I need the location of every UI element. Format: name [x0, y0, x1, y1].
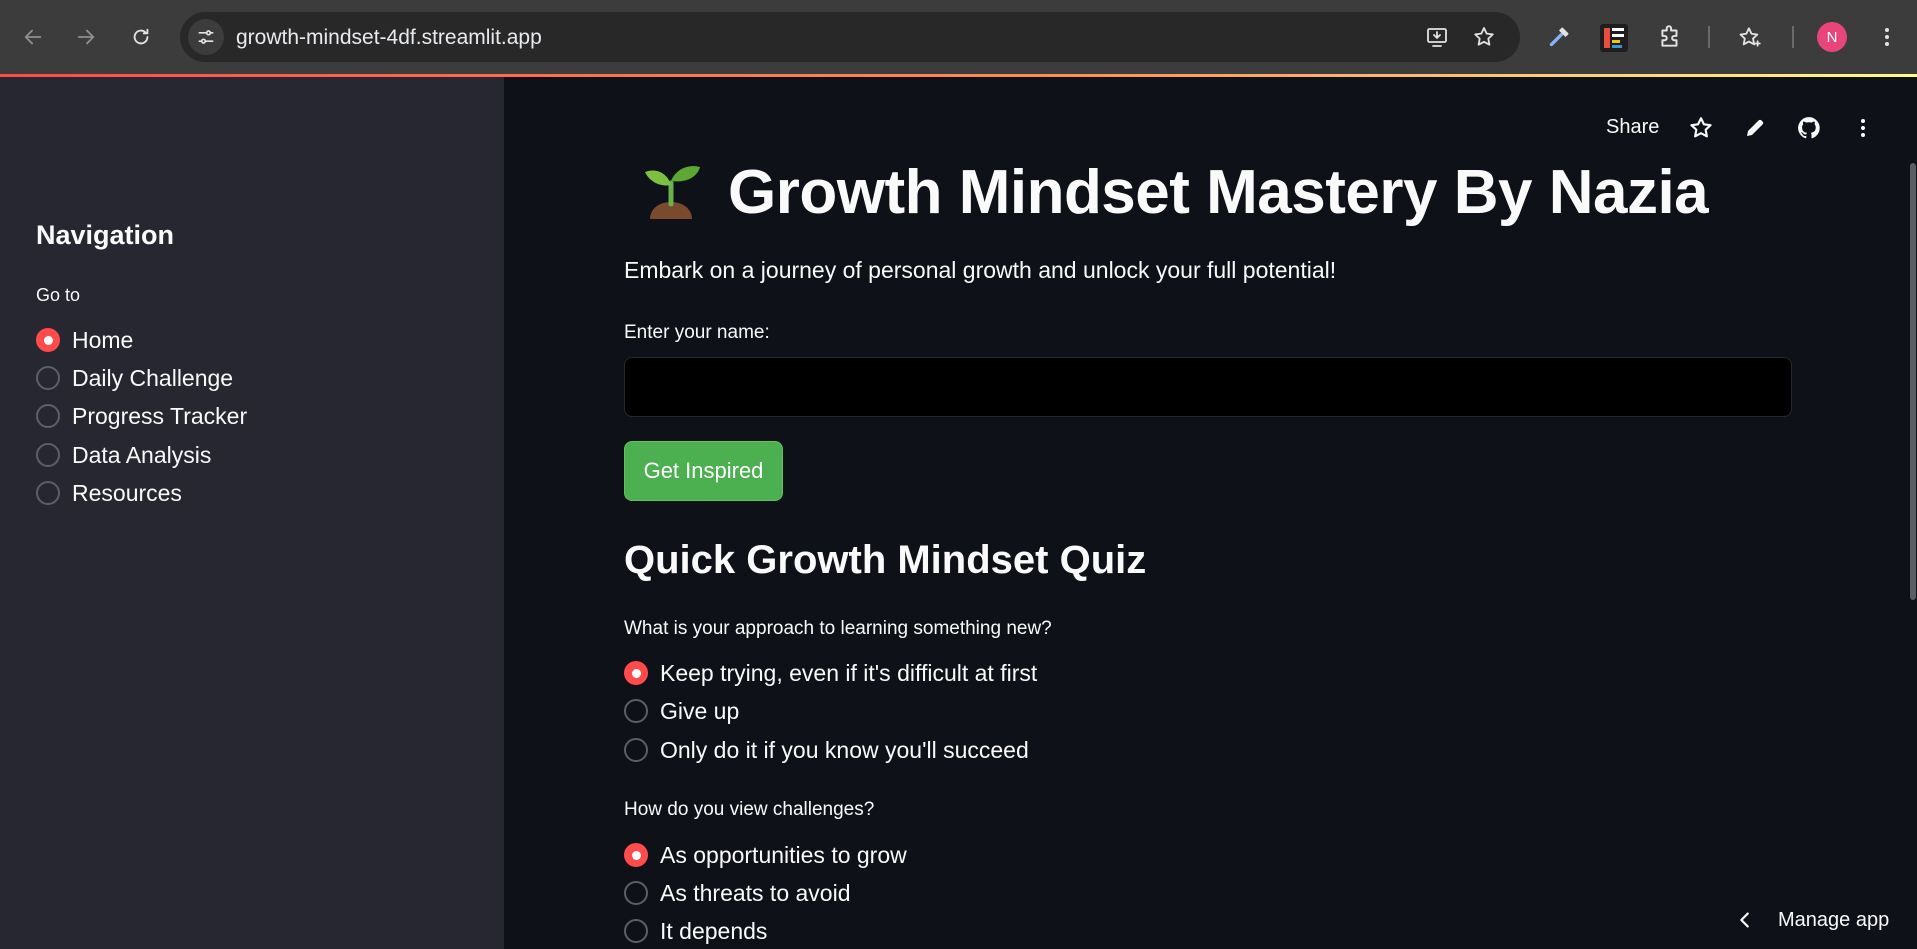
- site-info-button[interactable]: [188, 19, 224, 55]
- favorite-button[interactable]: [1684, 110, 1718, 146]
- quiz-question-2: How do you view challenges?: [624, 799, 875, 820]
- github-button[interactable]: [1792, 110, 1826, 146]
- quiz-heading: Quick Growth Mindset Quiz: [624, 538, 1147, 582]
- page-title-row: Growth Mindset Mastery By Nazia: [636, 152, 1709, 232]
- radio-selected-icon: [36, 328, 60, 352]
- radio-unselected-icon: [36, 366, 60, 390]
- quiz-question-1: What is your approach to learning someth…: [624, 618, 1052, 639]
- get-inspired-button[interactable]: Get Inspired: [624, 441, 783, 501]
- quiz-option-label: Give up: [660, 697, 740, 724]
- name-input-label: Enter your name:: [624, 322, 770, 343]
- nav-option-home[interactable]: Home: [36, 324, 133, 356]
- tune-icon: [198, 30, 214, 44]
- app-menu-button[interactable]: [1846, 110, 1880, 146]
- kebab-menu-icon: [1885, 28, 1889, 46]
- seedling-icon: [645, 166, 700, 219]
- page-title: Growth Mindset Mastery By Nazia: [728, 157, 1709, 227]
- nav-option-label: Home: [72, 326, 134, 353]
- radio-selected-icon: [624, 843, 648, 867]
- reload-icon: [133, 28, 149, 45]
- quiz-option-label: As opportunities to grow: [660, 841, 907, 868]
- edit-button[interactable]: [1738, 110, 1772, 146]
- nav-option-label: Daily Challenge: [72, 364, 234, 391]
- eyedropper-extension[interactable]: [1542, 20, 1576, 54]
- radio-unselected-icon: [36, 481, 60, 505]
- main-scrollbar[interactable]: [1910, 163, 1916, 600]
- nav-option-label: Progress Tracker: [72, 402, 248, 429]
- address-bar[interactable]: growth-mindset-4df.streamlit.app: [180, 12, 1520, 62]
- nav-radio-label: Go to: [36, 285, 81, 305]
- github-icon: [1798, 117, 1820, 139]
- nav-option-data-analysis[interactable]: Data Analysis: [36, 439, 211, 471]
- radio-unselected-icon: [624, 738, 648, 762]
- manage-app-button[interactable]: Manage app: [1734, 903, 1889, 937]
- quiz-option-label: Keep trying, even if it's difficult at f…: [660, 659, 1038, 686]
- pencil-icon: [1747, 119, 1764, 136]
- nav-option-label: Data Analysis: [72, 441, 212, 468]
- arrow-left-icon: [24, 29, 42, 45]
- kebab-menu-icon: [1861, 119, 1865, 137]
- page-subtitle: Embark on a journey of personal growth a…: [624, 257, 1337, 283]
- name-input[interactable]: [624, 357, 1792, 417]
- quiz-option-label: It depends: [660, 917, 768, 944]
- extensions-button[interactable]: [1653, 20, 1687, 54]
- arrow-right-icon: [77, 29, 95, 45]
- radio-unselected-icon: [624, 881, 648, 905]
- star-icon: [1690, 117, 1712, 138]
- manage-app-label: Manage app: [1778, 908, 1890, 931]
- star-icon: [1474, 27, 1494, 46]
- radio-unselected-icon: [36, 404, 60, 428]
- radio-unselected-icon: [624, 699, 648, 723]
- quiz-1-option[interactable]: Only do it if you know you'll succeed: [624, 734, 1029, 766]
- toolbar-divider: [1708, 26, 1710, 48]
- profile-avatar[interactable]: N: [1817, 22, 1847, 52]
- quiz-option-label: Only do it if you know you'll succeed: [660, 736, 1029, 763]
- quiz-2-option[interactable]: As threats to avoid: [624, 877, 851, 909]
- nav-option-progress-tracker[interactable]: Progress Tracker: [36, 400, 247, 432]
- quiz-option-label: As threats to avoid: [660, 879, 851, 906]
- radio-selected-icon: [624, 661, 648, 685]
- quiz-1-option[interactable]: Give up: [624, 695, 739, 727]
- puzzle-icon: [1661, 25, 1678, 47]
- extension-tile-icon[interactable]: [1600, 24, 1628, 52]
- eyedropper-icon: [1549, 27, 1569, 47]
- browser-menu-button[interactable]: [1870, 20, 1904, 54]
- chevron-left-icon: [1740, 912, 1749, 928]
- bookmarks-button[interactable]: [1733, 20, 1767, 54]
- nav-option-daily-challenge[interactable]: Daily Challenge: [36, 362, 233, 394]
- nav-option-label: Resources: [72, 479, 182, 506]
- quiz-1-option[interactable]: Keep trying, even if it's difficult at f…: [624, 657, 1037, 689]
- quiz-2-option[interactable]: As opportunities to grow: [624, 839, 907, 871]
- forward-button[interactable]: [69, 20, 103, 54]
- star-list-icon: [1739, 27, 1761, 47]
- sidebar: [0, 77, 504, 949]
- install-icon: [1427, 28, 1447, 47]
- url-text[interactable]: growth-mindset-4df.streamlit.app: [236, 26, 542, 50]
- share-button[interactable]: Share: [1606, 116, 1659, 139]
- sidebar-title: Navigation: [36, 220, 175, 250]
- install-app-button[interactable]: [1422, 22, 1452, 52]
- radio-unselected-icon: [36, 443, 60, 467]
- bookmark-button[interactable]: [1469, 22, 1499, 52]
- back-button[interactable]: [16, 20, 50, 54]
- toolbar-divider: [1792, 26, 1794, 48]
- nav-option-resources[interactable]: Resources: [36, 477, 182, 509]
- browser-toolbar: growth-mindset-4df.streamlit.app N: [0, 0, 1917, 74]
- radio-unselected-icon: [624, 919, 648, 943]
- reload-button[interactable]: [124, 20, 158, 54]
- quiz-2-option[interactable]: It depends: [624, 915, 767, 947]
